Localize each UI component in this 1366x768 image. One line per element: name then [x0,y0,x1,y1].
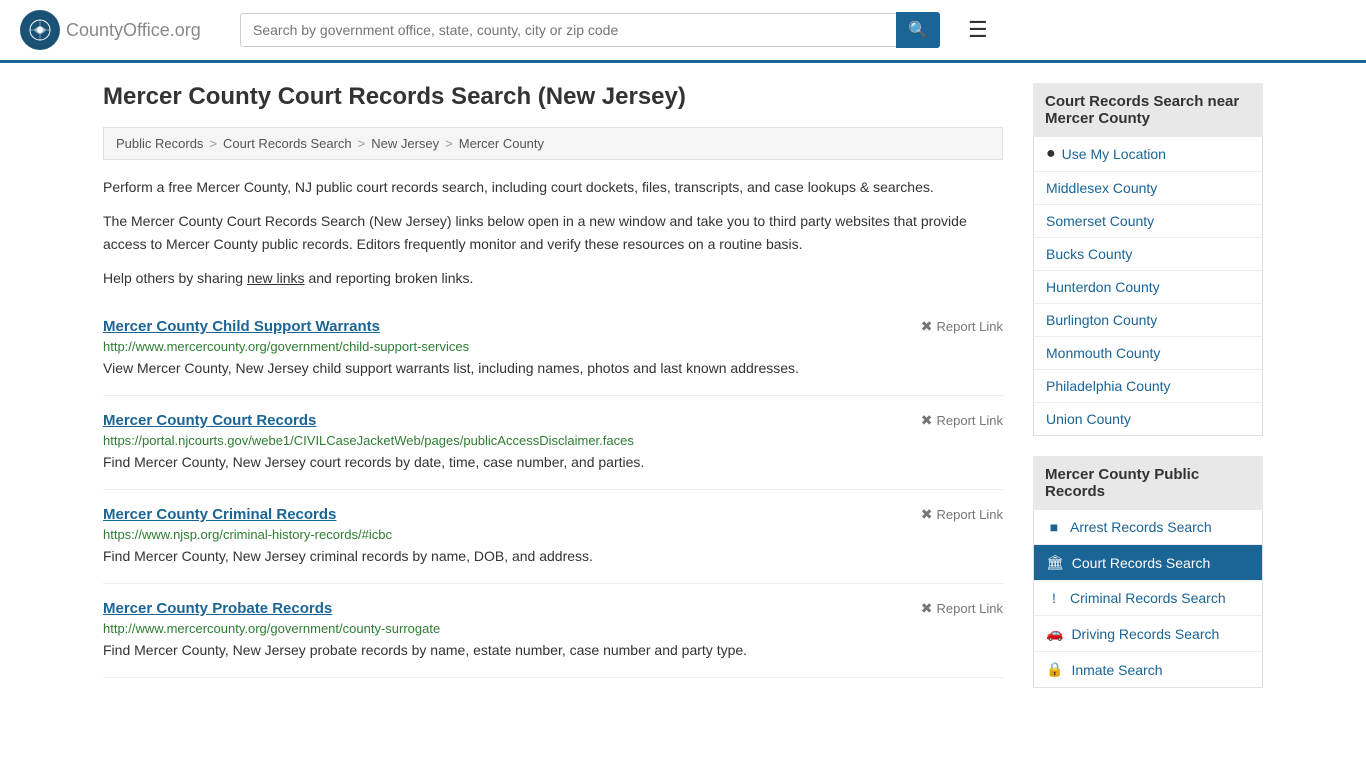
nearby-county-item: Union County [1034,403,1262,435]
pr-link-item: ■Arrest Records Search [1034,510,1262,545]
nearby-county-item: Burlington County [1034,304,1262,337]
main-content: Mercer County Court Records Search (New … [103,83,1003,708]
pr-link-item: 🚗Driving Records Search [1034,616,1262,652]
description-para1: Perform a free Mercer County, NJ public … [103,176,1003,198]
pr-icon-4: 🔒 [1046,661,1063,678]
nearby-county-item: Somerset County [1034,205,1262,238]
record-desc-0: View Mercer County, New Jersey child sup… [103,358,1003,379]
public-records-section: Mercer County Public Records ■Arrest Rec… [1033,456,1263,688]
search-area: 🔍 [240,12,940,48]
report-icon-2: ✖ [921,506,933,523]
pr-link-item: 🔒Inmate Search [1034,652,1262,687]
nearby-section-title: Court Records Search near Mercer County [1033,83,1263,137]
page-title: Mercer County Court Records Search (New … [103,83,1003,111]
report-link-0[interactable]: ✖ Report Link [921,318,1003,335]
report-icon-1: ✖ [921,412,933,429]
breadcrumb-sep-3: > [445,136,453,151]
nearby-county-link-1[interactable]: Somerset County [1034,205,1262,237]
pr-link-1[interactable]: 🏛Court Records Search [1034,545,1262,580]
record-header-0: Mercer County Child Support Warrants ✖ R… [103,318,1003,335]
breadcrumb-sep-1: > [209,136,217,151]
logo-icon [20,10,60,50]
breadcrumb-sep-2: > [358,136,366,151]
pr-icon-2: ! [1046,590,1062,606]
nearby-county-item: Philadelphia County [1034,370,1262,403]
breadcrumb: Public Records > Court Records Search > … [103,127,1003,160]
new-links-link[interactable]: new links [247,270,305,286]
nearby-county-link-4[interactable]: Burlington County [1034,304,1262,336]
logo-text: CountyOffice.org [66,20,201,41]
pr-link-2[interactable]: !Criminal Records Search [1034,581,1262,615]
report-link-1[interactable]: ✖ Report Link [921,412,1003,429]
record-title-2[interactable]: Mercer County Criminal Records [103,506,336,523]
record-desc-3: Find Mercer County, New Jersey probate r… [103,640,1003,661]
nearby-county-item: Middlesex County [1034,172,1262,205]
nearby-county-link-2[interactable]: Bucks County [1034,238,1262,270]
record-item: Mercer County Criminal Records ✖ Report … [103,490,1003,584]
description-para2: The Mercer County Court Records Search (… [103,210,1003,255]
pr-icon-3: 🚗 [1046,625,1063,642]
record-item: Mercer County Child Support Warrants ✖ R… [103,302,1003,396]
use-location-item[interactable]: ● Use My Location [1034,137,1262,172]
record-url-0[interactable]: http://www.mercercounty.org/government/c… [103,339,1003,354]
report-link-3[interactable]: ✖ Report Link [921,600,1003,617]
location-icon: ● [1046,145,1056,163]
nearby-county-item: Monmouth County [1034,337,1262,370]
nearby-county-link-3[interactable]: Hunterdon County [1034,271,1262,303]
record-url-3[interactable]: http://www.mercercounty.org/government/c… [103,621,1003,636]
pr-icon-0: ■ [1046,519,1062,535]
record-url-1[interactable]: https://portal.njcourts.gov/webe1/CIVILC… [103,433,1003,448]
search-icon: 🔍 [908,22,928,39]
nearby-county-link-7[interactable]: Union County [1034,403,1262,435]
pr-link-item: 🏛Court Records Search [1034,545,1262,581]
nearby-section: Court Records Search near Mercer County … [1033,83,1263,436]
record-item: Mercer County Probate Records ✖ Report L… [103,584,1003,678]
record-header-2: Mercer County Criminal Records ✖ Report … [103,506,1003,523]
search-button[interactable]: 🔍 [896,12,940,48]
description-para3: Help others by sharing new links and rep… [103,267,1003,289]
breadcrumb-court-records[interactable]: Court Records Search [223,136,352,151]
search-input[interactable] [240,13,896,47]
record-title-0[interactable]: Mercer County Child Support Warrants [103,318,380,335]
breadcrumb-mercer-county[interactable]: Mercer County [459,136,544,151]
report-icon-3: ✖ [921,600,933,617]
nearby-county-item: Bucks County [1034,238,1262,271]
nearby-county-item: Hunterdon County [1034,271,1262,304]
report-icon-0: ✖ [921,318,933,335]
nearby-counties-list: ● Use My Location Middlesex CountySomers… [1033,137,1263,436]
record-item: Mercer County Court Records ✖ Report Lin… [103,396,1003,490]
hamburger-icon: ☰ [968,17,988,42]
nearby-county-link-0[interactable]: Middlesex County [1034,172,1262,204]
menu-button[interactable]: ☰ [960,13,996,47]
pr-link-item: !Criminal Records Search [1034,581,1262,616]
pr-link-4[interactable]: 🔒Inmate Search [1034,652,1262,687]
report-link-2[interactable]: ✖ Report Link [921,506,1003,523]
sidebar: Court Records Search near Mercer County … [1033,83,1263,708]
pr-link-3[interactable]: 🚗Driving Records Search [1034,616,1262,651]
public-records-list: ■Arrest Records Search🏛Court Records Sea… [1033,510,1263,688]
public-records-section-title: Mercer County Public Records [1033,456,1263,510]
record-title-1[interactable]: Mercer County Court Records [103,412,316,429]
record-desc-1: Find Mercer County, New Jersey court rec… [103,452,1003,473]
main-container: Mercer County Court Records Search (New … [83,63,1283,728]
breadcrumb-public-records[interactable]: Public Records [116,136,203,151]
record-header-3: Mercer County Probate Records ✖ Report L… [103,600,1003,617]
pr-icon-1: 🏛 [1046,554,1064,571]
breadcrumb-new-jersey[interactable]: New Jersey [371,136,439,151]
site-header: CountyOffice.org 🔍 ☰ [0,0,1366,63]
record-url-2[interactable]: https://www.njsp.org/criminal-history-re… [103,527,1003,542]
nearby-county-link-6[interactable]: Philadelphia County [1034,370,1262,402]
records-list: Mercer County Child Support Warrants ✖ R… [103,302,1003,678]
logo-area: CountyOffice.org [20,10,220,50]
record-header-1: Mercer County Court Records ✖ Report Lin… [103,412,1003,429]
nearby-county-link-5[interactable]: Monmouth County [1034,337,1262,369]
record-title-3[interactable]: Mercer County Probate Records [103,600,332,617]
pr-link-0[interactable]: ■Arrest Records Search [1034,510,1262,544]
record-desc-2: Find Mercer County, New Jersey criminal … [103,546,1003,567]
